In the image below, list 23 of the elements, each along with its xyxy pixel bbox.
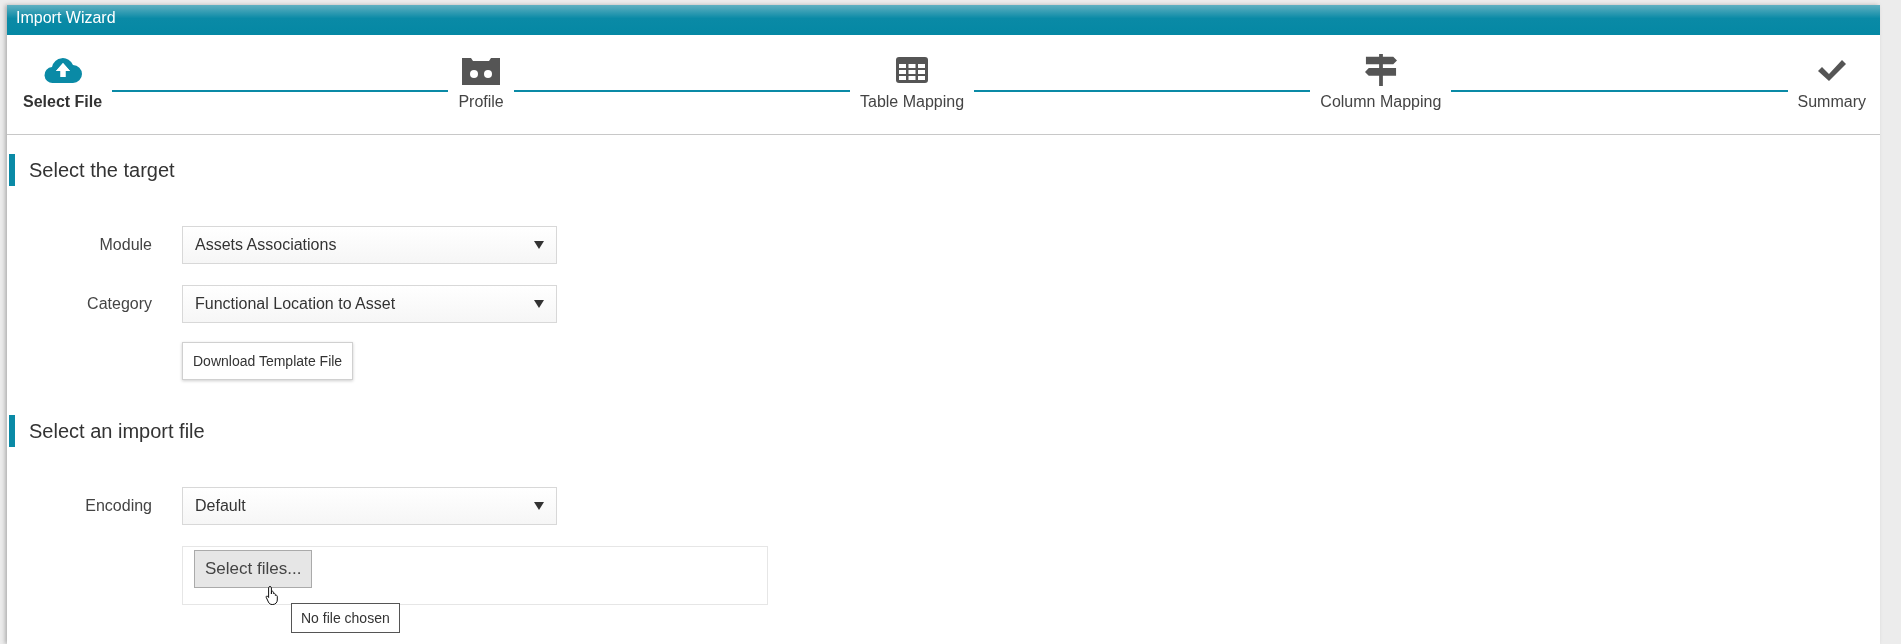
caret-icon: [534, 502, 544, 510]
field-label: Category: [86, 295, 152, 313]
signpost-icon: [1362, 54, 1399, 86]
caret-icon: [534, 300, 544, 308]
field-label: Encoding: [84, 497, 152, 515]
wizard-step[interactable]: Profile: [458, 53, 504, 111]
dropdown-field[interactable]: Default: [182, 487, 557, 525]
hand-cursor-icon: [265, 585, 281, 605]
table-icon: [895, 54, 930, 86]
section-heading: Select the target: [9, 154, 1880, 186]
download-button[interactable]: Download Template File: [182, 342, 354, 380]
dropdown-field[interactable]: Assets Associations: [182, 226, 557, 264]
field-label: Module: [98, 236, 152, 254]
wizard-step[interactable]: Table Mapping: [860, 53, 965, 111]
section-heading: Select an import file: [9, 415, 1880, 447]
wizard-step[interactable]: Summary: [1797, 53, 1866, 111]
wizard-step[interactable]: Column Mapping: [1320, 53, 1442, 111]
caret-icon: [534, 241, 544, 249]
select-files-button[interactable]: Select files...: [194, 550, 313, 588]
wizard-step[interactable]: Select File: [23, 53, 103, 111]
window-title: Import Wizard: [7, 5, 1880, 35]
dropdown-field[interactable]: Functional Location to Asset: [182, 285, 557, 323]
tooltip: No file chosen: [291, 603, 400, 633]
